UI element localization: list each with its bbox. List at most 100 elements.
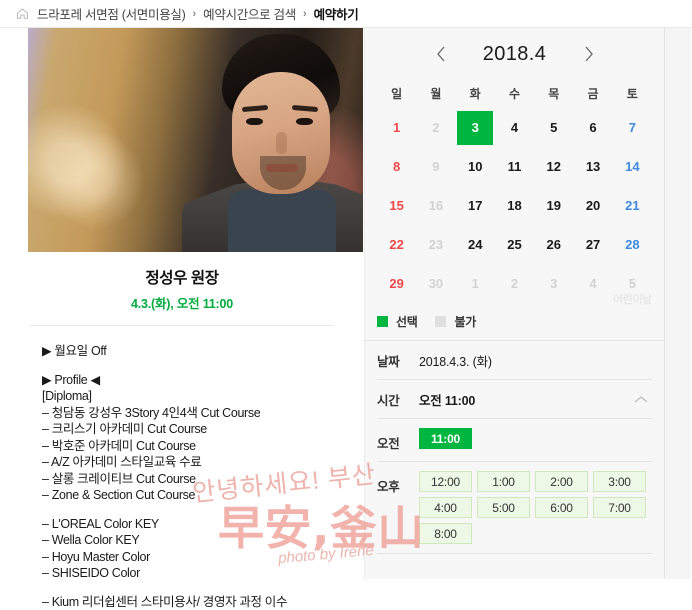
profile-line: – L'OREAL Color KEY	[42, 516, 336, 533]
calendar-day-number: 5	[536, 111, 572, 145]
calendar-week-row: 22232425262728	[365, 225, 664, 264]
calendar-day-cell[interactable]: 24	[456, 225, 495, 264]
pm-time-slot[interactable]: 8:00	[419, 523, 472, 544]
calendar-day-cell[interactable]: 25	[495, 225, 534, 264]
pm-time-slot[interactable]: 4:00	[419, 497, 472, 518]
chevron-up-icon[interactable]	[632, 390, 650, 408]
calendar-week-row: 15161718192021	[365, 186, 664, 225]
calendar-day-cell: 30	[416, 264, 455, 303]
stylist-photo	[28, 28, 363, 252]
profile-line-list: [Diploma]– 청담동 강성우 3Story 4인4색 Cut Cours…	[42, 388, 336, 610]
legend-unavailable-swatch	[435, 316, 446, 327]
pm-time-slot[interactable]: 2:00	[535, 471, 588, 492]
calendar-day-header: 수	[495, 80, 534, 108]
home-icon[interactable]	[16, 7, 29, 20]
calendar-day-cell[interactable]: 3	[456, 108, 495, 147]
calendar-day-cell[interactable]: 27	[573, 225, 612, 264]
calendar-day-cell[interactable]: 21	[613, 186, 652, 225]
am-slot-group: 오전 11:00	[377, 419, 652, 462]
profile-line: [Diploma]	[42, 388, 336, 405]
calendar-day-number: 12	[536, 150, 572, 184]
pm-time-slot[interactable]: 3:00	[593, 471, 646, 492]
calendar-day-cell[interactable]: 26	[534, 225, 573, 264]
calendar-holiday-label: 어린이날	[613, 291, 652, 307]
booking-date-value: 2018.4.3. (화)	[419, 351, 492, 370]
calendar-day-cell[interactable]: 22	[377, 225, 416, 264]
am-label: 오전	[377, 428, 419, 452]
calendar-week-row: 891011121314	[365, 147, 664, 186]
calendar-day-cell[interactable]: 28	[613, 225, 652, 264]
calendar-legend: 선택 불가	[365, 303, 664, 341]
pm-time-slot[interactable]: 6:00	[535, 497, 588, 518]
calendar-day-cell[interactable]: 7	[613, 108, 652, 147]
pm-time-slot[interactable]: 12:00	[419, 471, 472, 492]
calendar-day-cell[interactable]: 12	[534, 147, 573, 186]
calendar-day-number: 16	[418, 189, 454, 223]
profile-line: – Wella Color KEY	[42, 532, 336, 549]
calendar-day-cell[interactable]: 15	[377, 186, 416, 225]
spacer	[42, 582, 336, 594]
calendar-day-cell[interactable]: 1	[377, 108, 416, 147]
calendar-day-cell[interactable]: 14	[613, 147, 652, 186]
profile-line: – 청담동 강성우 3Story 4인4색 Cut Course	[42, 405, 336, 422]
calendar-week-row: 293012345어린이날	[365, 264, 664, 303]
portrait-nose	[276, 132, 287, 154]
calendar-day-cell[interactable]: 8	[377, 147, 416, 186]
profile-line: – 크리스기 아카데미 Cut Course	[42, 421, 336, 438]
calendar-day-number: 30	[418, 267, 454, 301]
calendar-day-number: 26	[536, 228, 572, 262]
booking-time-row[interactable]: 시간 오전 11:00	[377, 380, 652, 419]
chevron-right-icon[interactable]	[579, 44, 599, 64]
booking-panel: 2018.4 일월화수목금토 1234567891011121314151617…	[365, 28, 665, 579]
calendar-day-cell[interactable]: 5	[534, 108, 573, 147]
calendar-day-number: 22	[379, 228, 415, 262]
calendar-day-header: 화	[456, 80, 495, 108]
calendar-day-cell[interactable]: 29	[377, 264, 416, 303]
off-notice: ▶ 월요일 Off	[42, 343, 336, 360]
calendar-day-cell[interactable]: 10	[456, 147, 495, 186]
photo-portrait	[188, 32, 364, 252]
profile-line: – A/Z 아카데미 스타일교육 수료	[42, 454, 336, 471]
breadcrumb-item-search[interactable]: 예약시간으로 검색	[203, 4, 296, 23]
booking-date-label: 날짜	[377, 351, 419, 370]
calendar-day-cell: 1	[456, 264, 495, 303]
legend-selected-label: 선택	[396, 313, 417, 330]
calendar-day-cell: 5어린이날	[613, 264, 652, 303]
calendar-day-number: 17	[457, 189, 493, 223]
profile-line: – Hoyu Master Color	[42, 549, 336, 566]
calendar-day-cell[interactable]: 20	[573, 186, 612, 225]
calendar-day-header: 월	[416, 80, 455, 108]
calendar-day-cell[interactable]: 18	[495, 186, 534, 225]
pm-time-slot[interactable]: 7:00	[593, 497, 646, 518]
pm-label: 오후	[377, 471, 419, 495]
chevron-left-icon[interactable]	[431, 44, 451, 64]
calendar-day-cell[interactable]: 19	[534, 186, 573, 225]
calendar-day-cell[interactable]: 6	[573, 108, 612, 147]
calendar-day-number: 8	[379, 150, 415, 184]
left-divider	[30, 325, 334, 326]
calendar-day-headers: 일월화수목금토	[365, 80, 664, 108]
calendar-day-number: 20	[575, 189, 611, 223]
breadcrumb: 드라포레 서면점 (서면미용실) › 예약시간으로 검색 › 예약하기	[0, 0, 692, 28]
calendar-day-cell: 16	[416, 186, 455, 225]
calendar-day-number: 15	[379, 189, 415, 223]
calendar-day-cell[interactable]: 11	[495, 147, 534, 186]
calendar-day-cell[interactable]: 13	[573, 147, 612, 186]
calendar-day-cell[interactable]: 17	[456, 186, 495, 225]
calendar-day-number: 4	[496, 111, 532, 145]
calendar-day-number: 2	[418, 111, 454, 145]
calendar-day-number: 21	[614, 189, 650, 223]
calendar-day-cell: 4	[573, 264, 612, 303]
am-time-slot[interactable]: 11:00	[419, 428, 472, 449]
calendar-day-number: 24	[457, 228, 493, 262]
pm-time-slot[interactable]: 1:00	[477, 471, 530, 492]
content-wrapper: 정성우 원장 4.3.(화), 오전 11:00 ▶ 월요일 Off ▶ Pro…	[0, 28, 692, 579]
calendar-day-number: 25	[496, 228, 532, 262]
breadcrumb-item-shop[interactable]: 드라포레 서면점 (서면미용실)	[37, 4, 185, 23]
calendar-day-cell: 2	[416, 108, 455, 147]
calendar-day-cell: 9	[416, 147, 455, 186]
pm-time-slot[interactable]: 5:00	[477, 497, 530, 518]
profile-line: – Zone & Section Cut Course	[42, 487, 336, 504]
breadcrumb-separator: ›	[302, 8, 308, 20]
calendar-day-cell[interactable]: 4	[495, 108, 534, 147]
